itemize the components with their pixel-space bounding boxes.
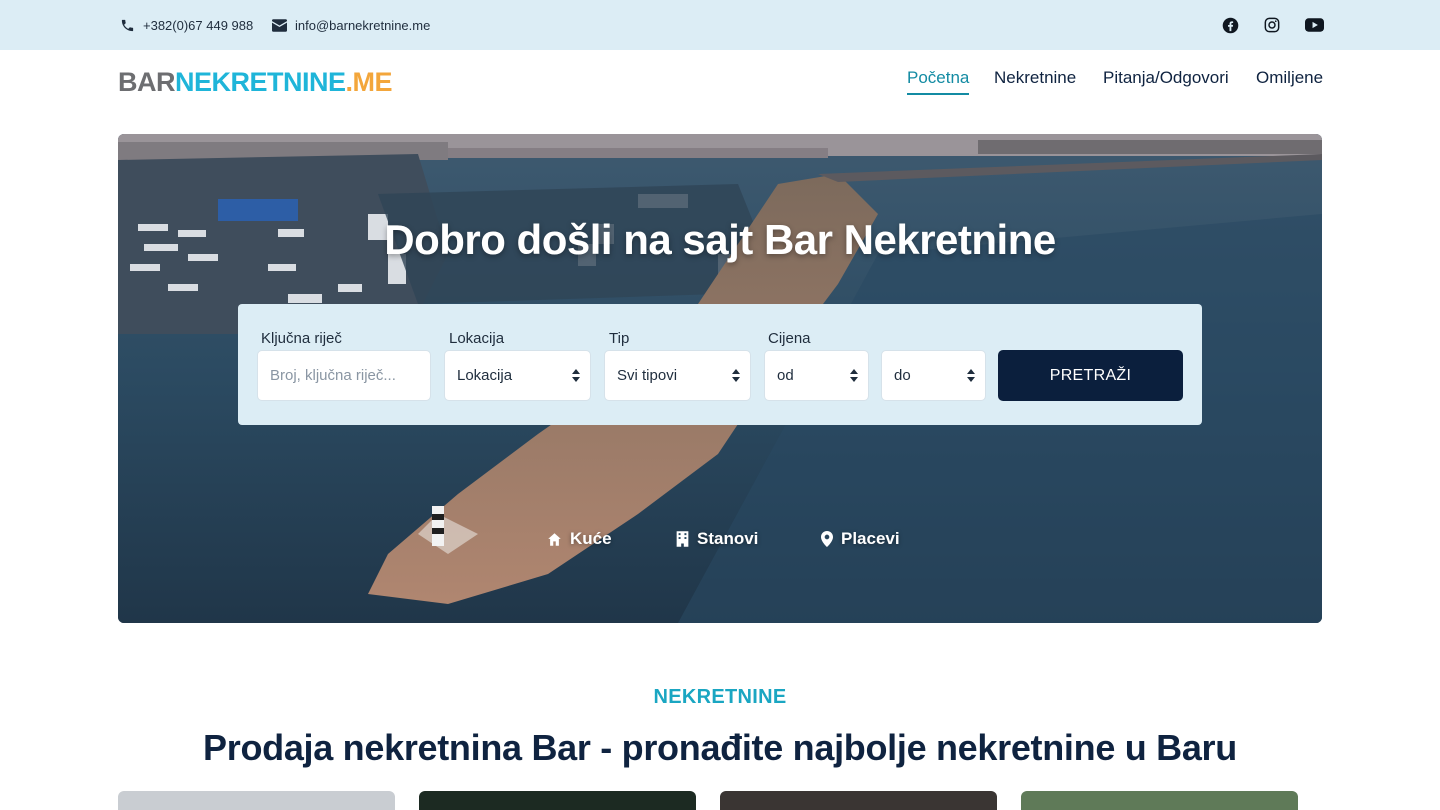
type-label: Tip bbox=[609, 330, 630, 347]
category-label: Placevi bbox=[841, 529, 900, 548]
category-placevi[interactable]: Placevi bbox=[821, 529, 900, 549]
keyword-input[interactable]: Broj, ključna riječ... bbox=[257, 350, 431, 401]
price-label: Cijena bbox=[768, 330, 811, 347]
email-address: info@barnekretnine.me bbox=[295, 17, 431, 33]
logo-part-me: .ME bbox=[345, 66, 393, 97]
category-label: Kuće bbox=[570, 529, 612, 548]
envelope-icon bbox=[272, 18, 287, 32]
select-arrows-icon bbox=[572, 369, 580, 382]
logo-part-nekretnine: NEKRETNINE bbox=[175, 66, 346, 97]
property-card[interactable] bbox=[720, 791, 997, 810]
select-arrows-icon bbox=[850, 369, 858, 382]
hero-title: Dobro došli na sajt Bar Nekretnine bbox=[384, 216, 1056, 263]
top-bar: +382(0)67 449 988 info@barnekretnine.me bbox=[0, 0, 1440, 50]
facebook-icon[interactable] bbox=[1220, 15, 1240, 35]
property-card[interactable] bbox=[419, 791, 696, 810]
nav-item-pitanja-odgovori[interactable]: Pitanja/Odgovori bbox=[1103, 68, 1229, 88]
price-to-select[interactable]: do bbox=[881, 350, 986, 401]
phone-icon bbox=[121, 19, 134, 31]
logo-part-bar: BAR bbox=[118, 66, 176, 97]
location-select[interactable]: Lokacija bbox=[444, 350, 591, 401]
select-arrows-icon bbox=[732, 369, 740, 382]
category-kuce[interactable]: Kuće bbox=[547, 529, 612, 549]
type-select-value: Svi tipovi bbox=[617, 367, 678, 384]
price-to-value: do bbox=[894, 367, 911, 384]
type-select[interactable]: Svi tipovi bbox=[604, 350, 751, 401]
select-arrows-icon bbox=[967, 369, 975, 382]
email-contact[interactable]: info@barnekretnine.me bbox=[272, 0, 430, 50]
category-label: Stanovi bbox=[697, 529, 759, 548]
price-from-select[interactable]: od bbox=[764, 350, 869, 401]
hero-banner: Dobro došli na sajt Bar Nekretnine Ključ… bbox=[118, 134, 1322, 623]
house-icon bbox=[548, 532, 561, 546]
nav-item-nekretnine[interactable]: Nekretnine bbox=[994, 68, 1076, 88]
price-from-value: od bbox=[777, 367, 794, 384]
nav-active-underline bbox=[907, 93, 969, 95]
youtube-icon[interactable] bbox=[1304, 15, 1324, 35]
property-card[interactable] bbox=[118, 791, 395, 810]
property-search-form: Ključna riječ Broj, ključna riječ... Lok… bbox=[238, 304, 1202, 425]
nav-item-omiljene[interactable]: Omiljene bbox=[1256, 68, 1323, 88]
search-submit-button[interactable]: PRETRAŽI bbox=[998, 350, 1183, 401]
map-pin-icon bbox=[821, 531, 833, 547]
phone-number: +382(0)67 449 988 bbox=[143, 17, 254, 33]
site-logo[interactable]: BAR NEKRETNINE .ME bbox=[118, 66, 393, 98]
section-title: Prodaja nekretnina Bar - pronađite najbo… bbox=[203, 727, 1237, 768]
location-label: Lokacija bbox=[449, 330, 505, 347]
location-select-value: Lokacija bbox=[457, 367, 513, 384]
property-card[interactable] bbox=[1021, 791, 1298, 810]
nav-item-pocetna[interactable]: Početna bbox=[907, 68, 969, 88]
building-icon bbox=[676, 531, 689, 547]
keyword-label: Ključna riječ bbox=[261, 330, 342, 347]
phone-contact[interactable]: +382(0)67 449 988 bbox=[120, 0, 253, 50]
instagram-icon[interactable] bbox=[1262, 15, 1282, 35]
section-kicker: NEKRETNINE bbox=[653, 686, 787, 708]
category-stanovi[interactable]: Stanovi bbox=[676, 529, 758, 549]
